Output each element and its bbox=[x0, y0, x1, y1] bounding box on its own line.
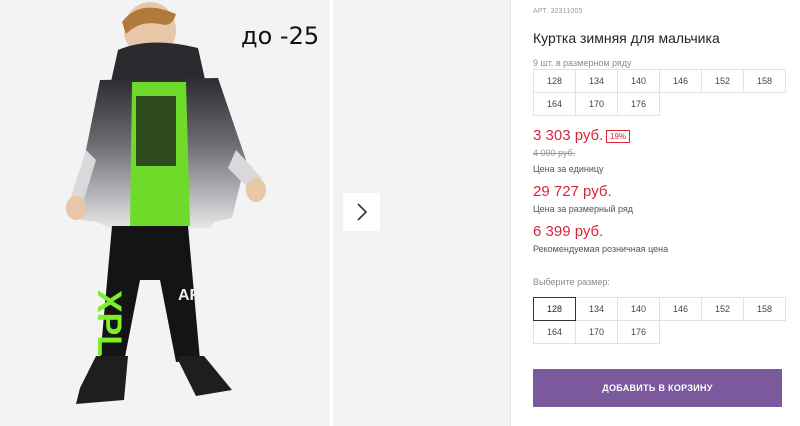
pack-size-cell: 152 bbox=[701, 69, 744, 93]
old-price: 4 090 руб. bbox=[533, 148, 576, 158]
size-option[interactable]: 140 bbox=[617, 297, 660, 321]
size-selector: 128 134 140 146 152 158 164 170 176 bbox=[533, 297, 786, 344]
rrp-price-label: Рекомендуемая розничная цена bbox=[533, 244, 669, 254]
size-option[interactable]: 134 bbox=[575, 297, 618, 321]
svg-text:ARO: ARO bbox=[178, 287, 214, 304]
pack-price-label: Цена за размерный ряд bbox=[533, 204, 634, 214]
unit-price-label: Цена за единицу bbox=[533, 164, 604, 174]
size-option[interactable]: 146 bbox=[659, 297, 702, 321]
pack-size-cell: 140 bbox=[617, 69, 660, 93]
choose-size-label: Выберите размер: bbox=[533, 277, 610, 287]
size-option[interactable]: 158 bbox=[743, 297, 786, 321]
size-option[interactable]: 170 bbox=[575, 320, 618, 344]
size-option[interactable]: 164 bbox=[533, 320, 576, 344]
pack-size-cell: 170 bbox=[575, 92, 618, 116]
product-photo-illustration: XPLR ARO bbox=[0, 0, 330, 426]
product-gallery: XPLR ARO до -25 bbox=[0, 0, 510, 426]
size-option-selected[interactable]: 128 bbox=[533, 297, 576, 321]
rrp-price: 6 399 руб. bbox=[533, 223, 604, 240]
article-prefix: АРТ. bbox=[533, 8, 549, 15]
pack-price: 29 727 руб. bbox=[533, 183, 612, 200]
pack-sizes-grid: 128 134 140 146 152 158 164 170 176 bbox=[533, 69, 786, 116]
product-title: Куртка зимняя для мальчика bbox=[533, 30, 720, 46]
gallery-next-button[interactable] bbox=[343, 193, 380, 231]
size-option[interactable]: 152 bbox=[701, 297, 744, 321]
product-photo[interactable]: XPLR ARO bbox=[0, 0, 330, 426]
article-number: АРТ. 32311005 bbox=[533, 8, 583, 15]
pack-size-cell: 176 bbox=[617, 92, 660, 116]
article-value: 32311005 bbox=[550, 8, 583, 15]
sale-badge: до -25 bbox=[241, 22, 320, 50]
pack-size-cell: 158 bbox=[743, 69, 786, 93]
pack-size-cell: 128 bbox=[533, 69, 576, 93]
add-to-cart-button[interactable]: ДОБАВИТЬ В КОРЗИНУ bbox=[533, 369, 782, 407]
discount-badge: 19% bbox=[606, 130, 631, 143]
pack-size-label: 9 шт. в размерном ряду bbox=[533, 58, 632, 68]
pack-size-cell: 164 bbox=[533, 92, 576, 116]
product-info-panel: АРТ. 32311005 Куртка зимняя для мальчика… bbox=[511, 0, 800, 426]
pack-size-cell: 146 bbox=[659, 69, 702, 93]
pack-size-cell: 134 bbox=[575, 69, 618, 93]
size-option[interactable]: 176 bbox=[617, 320, 660, 344]
chevron-right-icon bbox=[356, 203, 367, 221]
unit-price: 3 303 руб. bbox=[533, 127, 604, 144]
